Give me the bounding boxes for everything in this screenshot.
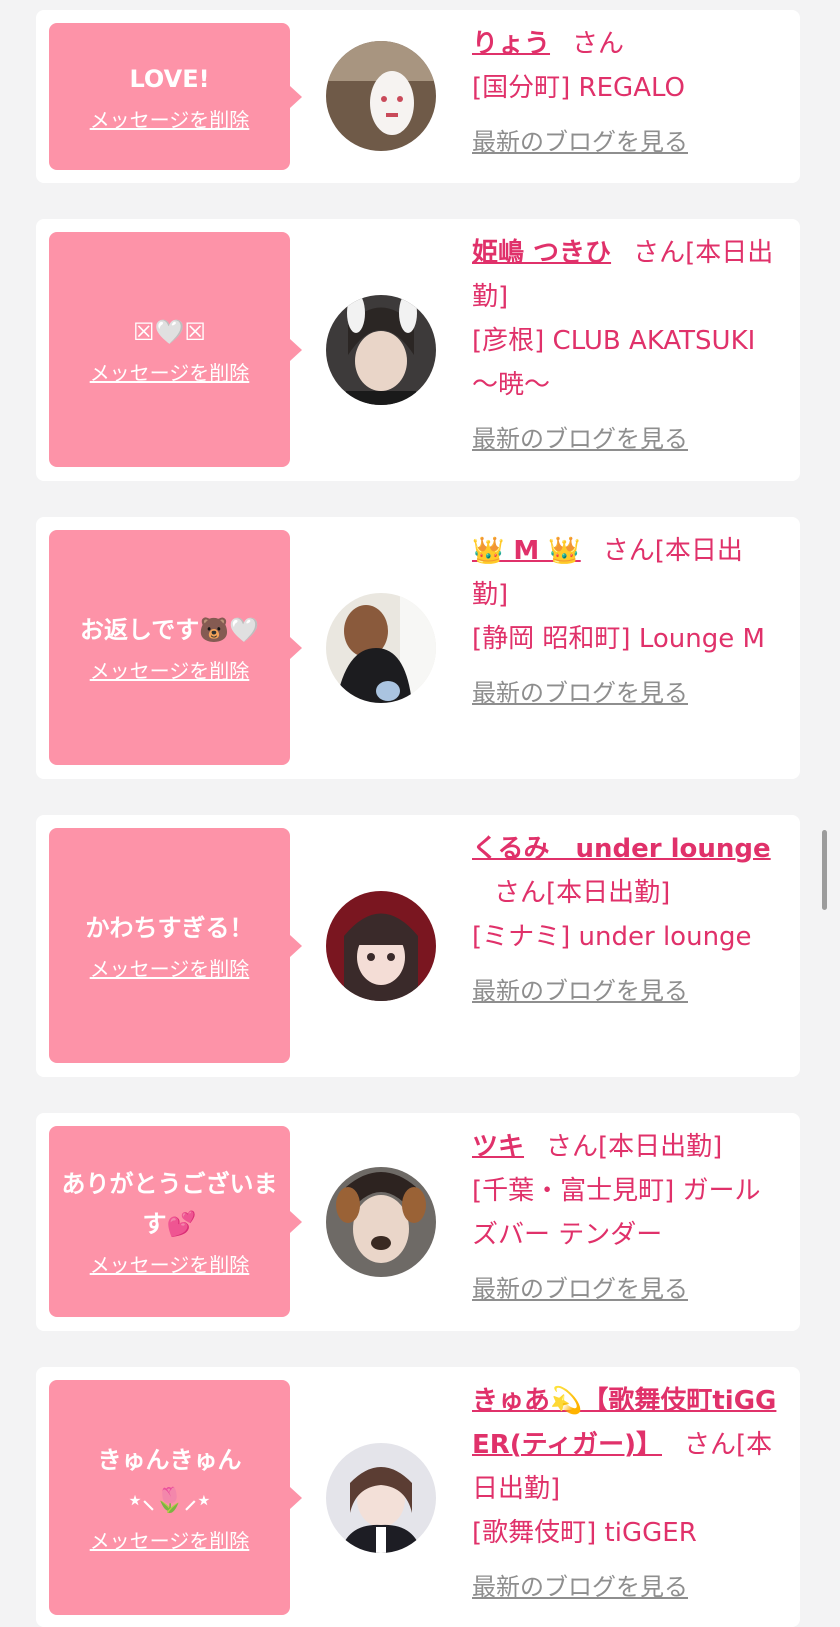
message-card: ☒🤍☒ メッセージを削除 姫嶋 つきひ さん[本日出勤] [彦根] CLUB AK… [36, 219, 800, 481]
avatar[interactable] [326, 295, 436, 405]
delete-message-link[interactable]: メッセージを削除 [90, 105, 250, 135]
avatar[interactable] [326, 891, 436, 1001]
delete-message-link[interactable]: メッセージを削除 [90, 1250, 250, 1280]
delete-message-link[interactable]: メッセージを削除 [90, 954, 250, 984]
sender-name-link[interactable]: ツキ [472, 1132, 524, 1162]
avatar[interactable] [326, 1167, 436, 1277]
delete-message-link[interactable]: メッセージを削除 [90, 358, 250, 388]
avatar[interactable] [326, 593, 436, 703]
latest-blog-link[interactable]: 最新のブログを見る [472, 1267, 778, 1311]
message-bubble: きゅんきゅん⋆⸜🌷⸝⋆ メッセージを削除 [49, 1380, 290, 1615]
avatar-image [326, 1443, 436, 1553]
latest-blog-link[interactable]: 最新のブログを見る [472, 1565, 778, 1609]
sender-info: きゅあ💫【歌舞伎町tiGGER(ティガー)】 さん[本日出勤] [歌舞伎町] ti… [472, 1379, 778, 1609]
latest-blog-link[interactable]: 最新のブログを見る [472, 671, 778, 715]
delete-message-link[interactable]: メッセージを削除 [90, 656, 250, 686]
sender-info: ツキ さん[本日出勤] [千葉・富士見町] ガールズバー テンダー 最新のブログを… [472, 1125, 778, 1311]
scrollbar-thumb[interactable] [822, 830, 827, 910]
avatar-image [326, 1167, 436, 1277]
avatar[interactable] [326, 1443, 436, 1553]
message-bubble: お返しです🐻🤍 メッセージを削除 [49, 530, 290, 765]
latest-blog-link[interactable]: 最新のブログを見る [472, 417, 778, 461]
message-bubble: ☒🤍☒ メッセージを削除 [49, 232, 290, 467]
message-card: お返しです🐻🤍 メッセージを削除 👑 M 👑 さん[本日出勤] [静岡 昭和町] … [36, 517, 800, 779]
delete-message-link[interactable]: メッセージを削除 [90, 1526, 250, 1556]
message-text: ☒🤍☒ [133, 317, 206, 346]
honorific: さん[本日出勤] [494, 878, 671, 908]
message-card: ありがとうございます💕 メッセージを削除 ツキ さん[本日出勤] [千葉・富士見町… [36, 1113, 800, 1331]
message-text: LOVE! [129, 64, 210, 93]
sender-info: 姫嶋 つきひ さん[本日出勤] [彦根] CLUB AKATSUKI 〜暁〜 最新… [472, 231, 778, 461]
sender-name-link[interactable]: りょう [472, 29, 550, 59]
sender-info: りょう さん [国分町] REGALO 最新のブログを見る [472, 22, 778, 164]
honorific: さん[本日出勤] [546, 1132, 723, 1162]
message-bubble: かわちすぎる！ メッセージを削除 [49, 828, 290, 1063]
sender-info: 👑 M 👑 さん[本日出勤] [静岡 昭和町] Lounge M 最新のブログを見… [472, 529, 778, 715]
sender-name-link[interactable]: くるみ under lounge [472, 834, 771, 864]
message-card: LOVE! メッセージを削除 りょう さん [国分町] REGALO 最新のブログ… [36, 10, 800, 183]
shop-label: [ミナミ] under lounge [472, 922, 752, 952]
message-text: お返しです🐻🤍 [79, 615, 260, 644]
honorific: さん [572, 29, 625, 59]
avatar-image [326, 593, 436, 703]
sender-name-link[interactable]: 👑 M 👑 [472, 536, 581, 566]
latest-blog-link[interactable]: 最新のブログを見る [472, 969, 778, 1013]
sender-info: くるみ under lounge さん[本日出勤] [ミナミ] under lou… [472, 827, 778, 1013]
message-card: きゅんきゅん⋆⸜🌷⸝⋆ メッセージを削除 きゅあ💫【歌舞伎町tiGGER(ティガ… [36, 1367, 800, 1627]
avatar-image [326, 891, 436, 1001]
shop-label: [彦根] CLUB AKATSUKI 〜暁〜 [472, 326, 756, 400]
avatar[interactable] [326, 41, 436, 151]
avatar-image [326, 41, 436, 151]
message-text: ありがとうございます💕 [61, 1169, 278, 1238]
message-card: かわちすぎる！ メッセージを削除 くるみ under lounge さん[本日出勤… [36, 815, 800, 1077]
message-text: きゅんきゅん⋆⸜🌷⸝⋆ [97, 1445, 242, 1514]
avatar-image [326, 295, 436, 405]
message-bubble: LOVE! メッセージを削除 [49, 23, 290, 170]
message-bubble: ありがとうございます💕 メッセージを削除 [49, 1126, 290, 1317]
shop-label: [千葉・富士見町] ガールズバー テンダー [472, 1176, 761, 1250]
message-text: かわちすぎる！ [85, 913, 254, 942]
sender-name-link[interactable]: 姫嶋 つきひ [472, 238, 611, 268]
latest-blog-link[interactable]: 最新のブログを見る [472, 120, 778, 164]
shop-label: [静岡 昭和町] Lounge M [472, 624, 765, 654]
shop-label: [国分町] REGALO [472, 73, 686, 103]
shop-label: [歌舞伎町] tiGGER [472, 1518, 697, 1548]
